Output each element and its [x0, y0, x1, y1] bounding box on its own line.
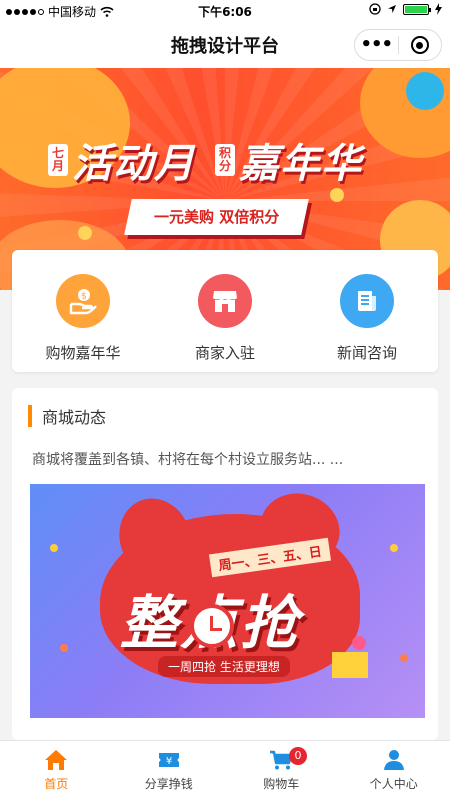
- podium-decor: [332, 652, 368, 678]
- charging-icon: [435, 3, 442, 15]
- balloon-decor: [352, 636, 366, 650]
- banner-headline-2: 嘉年华: [239, 141, 362, 187]
- tab-label: 首页: [44, 777, 69, 791]
- banner-headline-1: 活动月: [72, 141, 195, 187]
- tab-share-earn[interactable]: ¥ 分享挣钱: [113, 741, 226, 800]
- section-title: 商城动态: [42, 408, 107, 427]
- section-accent-bar: [28, 405, 32, 427]
- tab-home[interactable]: 首页: [0, 741, 113, 800]
- news-summary[interactable]: 商城将覆盖到各镇、村将在每个村设立服务站... ...: [32, 449, 343, 469]
- banner-headline: 七月 活动月 积分 嘉年华: [48, 131, 362, 189]
- quick-item-news[interactable]: 新闻咨询: [307, 250, 427, 372]
- quick-item-shopping-carnival[interactable]: $ 购物嘉年华: [23, 250, 143, 372]
- user-icon: [383, 750, 404, 770]
- promo-poster-image[interactable]: 周一、三、五、日 整点抢 一周四抢 生活更理想: [30, 484, 425, 718]
- tab-bar: 首页 ¥ 分享挣钱 0 购物车 个人中心: [0, 740, 450, 800]
- quick-item-label: 购物嘉年华: [45, 344, 121, 362]
- banner-tag-month: 七月: [48, 144, 68, 176]
- news-icon: [340, 274, 394, 328]
- location-icon: [388, 5, 396, 13]
- poster-decor: [400, 654, 408, 662]
- quick-menu: $ 购物嘉年华 商家入驻 新闻咨询: [12, 250, 438, 372]
- close-button[interactable]: [398, 36, 441, 54]
- status-right: [369, 3, 442, 15]
- rotation-lock-icon: [369, 3, 381, 15]
- more-dots-icon[interactable]: •••: [355, 30, 398, 60]
- battery-icon: [403, 3, 431, 15]
- ticket-yen-icon: ¥: [158, 753, 179, 767]
- quick-item-merchant-join[interactable]: 商家入驻: [165, 250, 285, 372]
- home-icon: [45, 750, 68, 770]
- quick-item-label: 新闻咨询: [336, 344, 397, 362]
- shop-icon: [198, 274, 252, 328]
- coin-decor: [330, 188, 344, 202]
- quick-item-label: 商家入驻: [194, 344, 255, 362]
- navigation-bar: 拖拽设计平台 •••: [0, 22, 450, 68]
- tab-label: 分享挣钱: [144, 777, 193, 791]
- poster-decor: [390, 544, 398, 552]
- news-card: 商城动态 商城将覆盖到各镇、村将在每个村设立服务站... ... 周一、三、五、…: [12, 388, 438, 740]
- tab-label: 购物车: [263, 777, 300, 791]
- target-close-icon: [410, 36, 429, 54]
- banner-decor: [406, 72, 444, 110]
- poster-decor: [50, 544, 58, 552]
- poster-subline: 一周四抢 生活更理想: [158, 656, 290, 677]
- svg-text:$: $: [81, 292, 87, 302]
- clock-icon: [190, 604, 234, 648]
- tab-label: 个人中心: [369, 777, 418, 791]
- banner-tag-points: 积分: [215, 144, 235, 176]
- tab-profile[interactable]: 个人中心: [338, 741, 450, 800]
- banner-ribbon: 一元美购 双倍积分: [124, 199, 310, 235]
- coin-decor: [78, 226, 92, 240]
- status-bar: 中国移动 下午6:06: [0, 0, 450, 22]
- banner-ribbon-text: 一元美购 双倍积分: [154, 208, 280, 226]
- tab-cart[interactable]: 0 购物车: [225, 741, 338, 800]
- cart-badge: 0: [289, 747, 307, 765]
- poster-decor: [60, 644, 68, 652]
- svg-text:¥: ¥: [166, 756, 172, 767]
- app-page: 中国移动 下午6:06 拖拽设计平台 ••• 七月 活动月 积分 嘉年华 一元美…: [0, 0, 450, 800]
- money-hand-icon: $: [56, 274, 110, 328]
- news-header: 商城动态: [28, 404, 106, 428]
- miniprogram-capsule: •••: [354, 29, 442, 61]
